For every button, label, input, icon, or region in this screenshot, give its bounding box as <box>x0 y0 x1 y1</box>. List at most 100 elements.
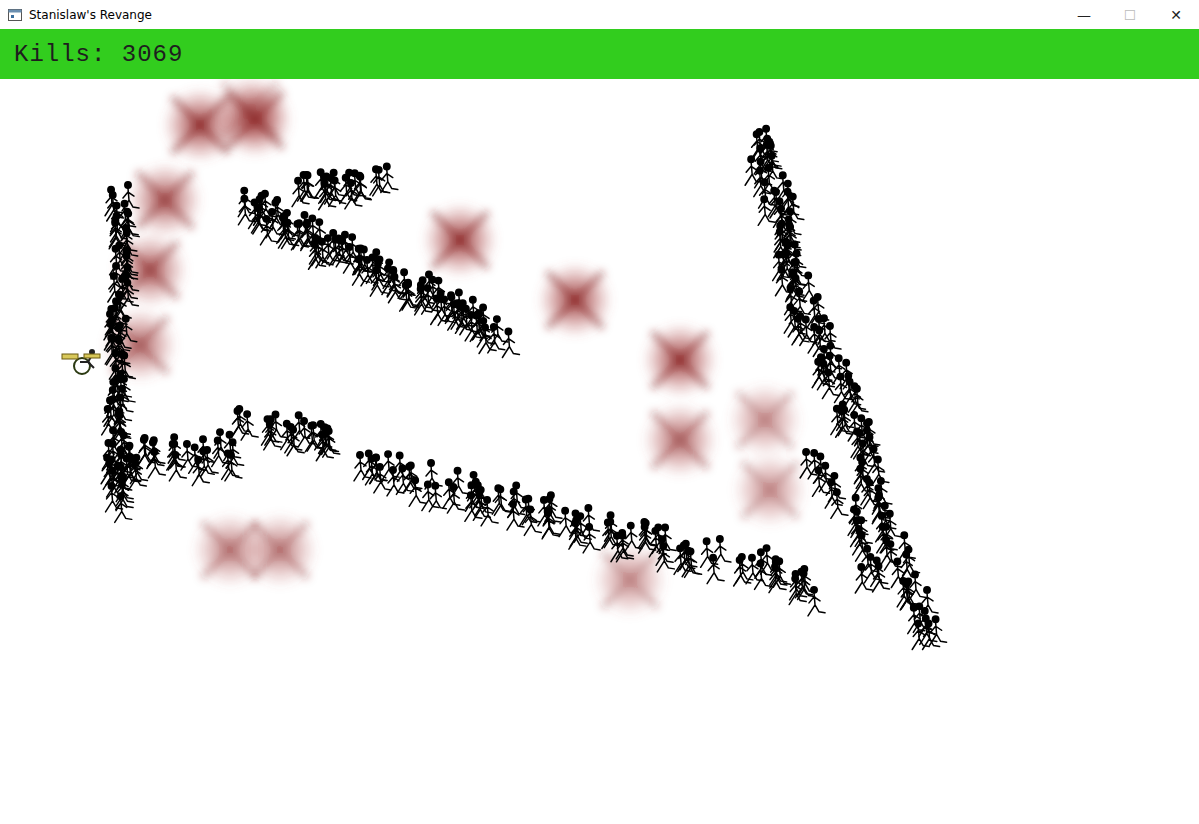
enemy-figure <box>114 412 131 441</box>
enemy-figure <box>122 210 139 239</box>
enemy-figure <box>884 541 901 570</box>
title-bar: Stanislaw's Revange—☐✕ <box>0 0 1199 29</box>
enemy-figure <box>479 324 496 353</box>
blood-splats <box>102 79 808 618</box>
enemy-figure <box>507 501 524 530</box>
enemy-figure <box>840 359 857 388</box>
enemy-figure <box>370 454 387 483</box>
enemy-figure <box>707 555 724 584</box>
enemy-figure <box>370 267 387 296</box>
enemy-figure <box>225 452 242 481</box>
enemy-figure <box>616 533 633 562</box>
blood-splat <box>592 542 668 618</box>
enemy-figure <box>114 371 131 400</box>
blood-splat <box>102 307 178 383</box>
blood-splat <box>732 452 808 528</box>
enemy-figure <box>921 587 938 616</box>
blood-splat <box>112 232 188 308</box>
enemy-figure <box>657 543 674 572</box>
enemy-figure <box>107 192 124 221</box>
enemy-figure <box>873 492 890 521</box>
enemy-horde <box>101 125 946 649</box>
enemy-figure <box>582 505 599 534</box>
enemy-figure <box>736 554 753 583</box>
enemy-figure <box>785 286 802 315</box>
window-title: Stanislaw's Revange <box>29 8 1061 22</box>
enemy-figure <box>422 285 439 314</box>
app-icon <box>8 9 22 21</box>
enemy-figure <box>831 489 848 518</box>
enemy-figure <box>113 410 130 439</box>
enemy-figure <box>425 460 442 489</box>
enemy-figure <box>855 564 872 593</box>
enemy-figure <box>115 493 132 522</box>
enemy-figure <box>754 145 771 174</box>
enemy-figure <box>265 416 282 445</box>
enemy-figure <box>169 452 186 481</box>
enemy-figure <box>909 571 926 600</box>
enemy-figure <box>460 306 477 335</box>
hud-bar: Kills: 3069 <box>0 29 1199 79</box>
enemy-figure <box>241 411 258 440</box>
blood-splat <box>422 202 498 278</box>
enemy-figure <box>795 569 812 598</box>
enemy-figure <box>769 563 786 592</box>
blood-splat <box>242 512 318 588</box>
enemy-figure <box>900 581 917 610</box>
enemy-figure <box>130 454 147 483</box>
enemy-figure <box>494 486 511 515</box>
enemy-figure <box>381 163 398 192</box>
enemy-figure <box>278 213 295 242</box>
enemy-figure <box>346 234 363 263</box>
enemy-figure <box>825 479 842 508</box>
enemy-figure <box>383 259 400 288</box>
minimize-button[interactable]: — <box>1061 0 1107 29</box>
blood-splat <box>127 162 203 238</box>
enemy-figure <box>758 196 775 225</box>
game-arena[interactable] <box>0 79 1199 824</box>
arena-canvas <box>0 79 1199 824</box>
enemy-figure <box>923 620 940 649</box>
enemy-figure <box>871 557 888 586</box>
enemy-figure <box>105 187 122 216</box>
maximize-button: ☐ <box>1107 0 1153 29</box>
enemy-figure <box>808 587 825 616</box>
enemy-figure <box>755 560 772 589</box>
enemy-figure <box>388 274 405 303</box>
blood-splat <box>727 382 803 458</box>
close-button[interactable]: ✕ <box>1153 0 1199 29</box>
enemy-figure <box>370 455 387 484</box>
enemy-figure <box>873 563 890 592</box>
enemy-figure <box>473 310 490 339</box>
blood-splat <box>537 262 613 338</box>
enemy-figure <box>147 439 164 468</box>
enemy-figure <box>853 526 870 555</box>
enemy-figure <box>121 230 138 259</box>
enemy-figure <box>329 237 346 266</box>
blood-splat <box>642 402 718 478</box>
enemy-figure <box>856 459 873 488</box>
enemy-figure <box>872 456 889 485</box>
enemy-figure <box>105 306 122 335</box>
enemy-figure <box>114 394 131 423</box>
enemy-figure <box>409 477 426 506</box>
enemy-figure <box>323 428 340 457</box>
enemy-figure <box>468 472 485 501</box>
enemy-figure <box>329 177 346 206</box>
enemy-figure <box>488 324 505 353</box>
enemy-figure <box>783 222 800 251</box>
blood-splat <box>642 322 718 398</box>
enemy-figure <box>116 385 133 414</box>
enemy-figure <box>879 502 896 531</box>
enemy-figure <box>836 408 853 437</box>
player-wheelchair-icon <box>62 349 100 374</box>
enemy-figure <box>851 386 868 415</box>
enemy-figure <box>129 460 146 489</box>
enemy-figure <box>524 506 541 535</box>
enemy-figure <box>814 453 831 482</box>
enemy-figure <box>787 269 804 298</box>
enemy-figure <box>443 479 460 508</box>
enemy-figure <box>520 496 537 525</box>
enemy-figure <box>452 468 469 497</box>
enemy-figure <box>898 532 915 561</box>
